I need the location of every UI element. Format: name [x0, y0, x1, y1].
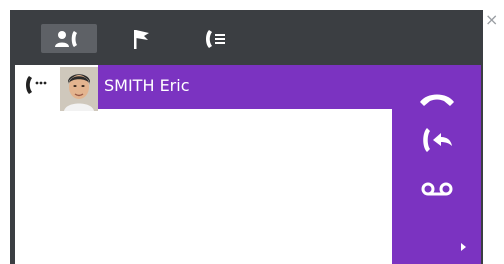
more-button[interactable]: [392, 237, 481, 257]
hang-up-icon: [419, 94, 454, 106]
tab-contacts[interactable]: [41, 24, 97, 53]
more-chevron-icon: [461, 243, 466, 251]
contact-bar[interactable]: SMITH Eric: [98, 65, 392, 109]
hang-up-button[interactable]: [392, 87, 481, 111]
active-call-area: SMITH Eric: [15, 65, 481, 264]
phone-widget-window: SMITH Eric: [10, 10, 483, 264]
flag-icon: [134, 29, 149, 49]
contact-name: SMITH Eric: [104, 76, 190, 95]
voicemail-button[interactable]: [392, 177, 481, 201]
call-panel: SMITH Eric: [15, 65, 481, 264]
tab-bar: [10, 10, 483, 62]
tab-flag[interactable]: [113, 24, 169, 53]
contact-avatar: [60, 67, 98, 111]
transfer-call-button[interactable]: [392, 123, 481, 157]
contacts-icon: [55, 30, 77, 47]
call-ringing-icon: [23, 75, 53, 101]
close-icon[interactable]: ×: [485, 12, 498, 28]
tab-call-log[interactable]: [188, 24, 244, 53]
transfer-call-icon: [422, 128, 452, 152]
call-actions-panel: [392, 65, 481, 264]
call-log-icon: [206, 29, 225, 48]
voicemail-icon: [421, 182, 452, 196]
